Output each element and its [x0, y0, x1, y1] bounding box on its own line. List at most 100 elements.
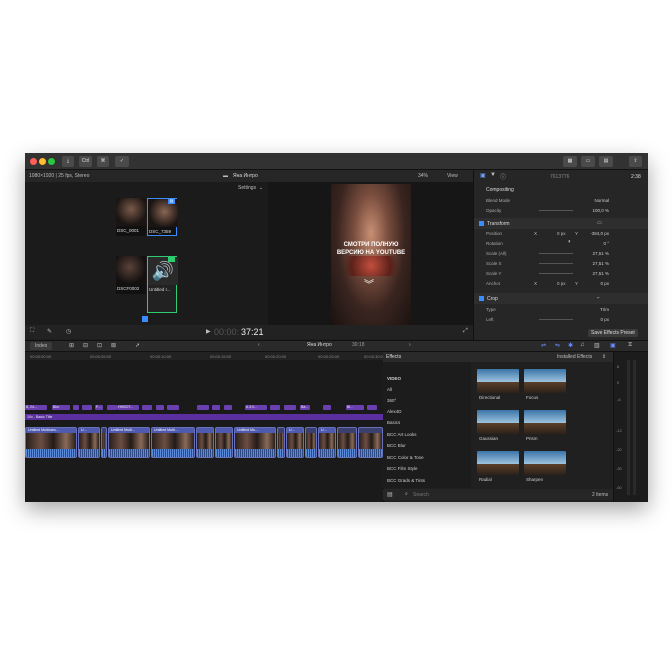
speed-icon[interactable]: ◷	[66, 328, 71, 335]
title-clip[interactable]	[284, 405, 296, 410]
fullscreen-icon[interactable]: ⤢	[463, 328, 468, 335]
crop-type-select[interactable]: Trim	[600, 307, 609, 312]
clip-thumbnail[interactable]: DSC_0001	[116, 198, 146, 236]
opacity-value[interactable]: 100,0 %	[592, 208, 609, 213]
effects-browser-icon[interactable]: ▣	[610, 342, 616, 349]
effect-thumbnail[interactable]	[477, 451, 519, 475]
blend-mode-select[interactable]: Normal	[594, 198, 609, 203]
save-effects-preset-button[interactable]: Save Effects Preset	[588, 329, 638, 337]
position-y-field[interactable]: -384,0 px	[590, 231, 609, 236]
title-clip[interactable]	[270, 405, 280, 410]
effect-thumbnail[interactable]	[477, 410, 519, 434]
timeline-clip[interactable]	[101, 427, 107, 458]
close-window-button[interactable]	[30, 158, 37, 165]
clip-appearance-icon[interactable]: ▥	[594, 342, 600, 349]
scale-all-value[interactable]: 27,51 %	[592, 251, 609, 256]
zoom-window-button[interactable]	[48, 158, 55, 165]
connect-clip-icon[interactable]: ⊞	[69, 342, 74, 349]
title-clip[interactable]	[156, 405, 164, 410]
category-item[interactable]: BCC Blur	[385, 440, 471, 451]
effect-thumbnail[interactable]	[524, 451, 566, 475]
category-item[interactable]: 360°	[385, 395, 471, 406]
index-button[interactable]: Index	[30, 342, 53, 350]
scale-x-value[interactable]: 27,51 %	[592, 261, 609, 266]
storyline-bar[interactable]: 10x - Basic Title	[25, 414, 383, 420]
view-menu[interactable]: View	[447, 173, 458, 179]
solo-icon[interactable]: ✱	[568, 342, 573, 349]
rotation-value[interactable]: 0 °	[603, 241, 609, 246]
title-clip[interactable]	[167, 405, 179, 410]
insert-clip-icon[interactable]: ⊟	[83, 342, 88, 349]
back-arrow-icon[interactable]: ‹	[258, 342, 260, 348]
title-clip[interactable]: Blur	[52, 405, 70, 410]
import-button[interactable]: ⤓	[62, 156, 74, 167]
timeline-clip[interactable]: Untitled Multicam...	[25, 427, 77, 458]
enhance-wand-icon[interactable]: ✎	[47, 328, 52, 335]
timeline-project-name[interactable]: Яна Интро	[307, 342, 332, 348]
timeline-clip[interactable]: Untitled Multi...	[108, 427, 150, 458]
transform-tool-icon[interactable]: ⛶	[30, 328, 34, 335]
category-item[interactable]: Alex4D	[385, 406, 471, 417]
inspector-toggle-icon[interactable]: ▤	[599, 156, 613, 167]
scale-x-slider[interactable]	[539, 263, 573, 264]
crop-checkbox[interactable]	[479, 296, 484, 301]
category-item[interactable]: BCC Color & Tone	[385, 452, 471, 463]
play-icon[interactable]: ▶	[206, 328, 211, 335]
scale-y-value[interactable]: 27,51 %	[592, 271, 609, 276]
zoom-menu[interactable]: 34%	[418, 173, 428, 179]
title-clip[interactable]: Bl...	[346, 405, 364, 410]
crop-left-value[interactable]: 0 px	[600, 317, 609, 322]
category-item[interactable]: All	[385, 384, 471, 395]
filter-inspector-icon[interactable]: ▼	[490, 172, 496, 178]
overwrite-clip-icon[interactable]: ⊠	[111, 342, 116, 349]
timeline-clip[interactable]: Untitled Multi...	[151, 427, 195, 458]
crop-onscreen-icon[interactable]: ⌐	[597, 295, 600, 301]
timeline-clip[interactable]: U...	[318, 427, 336, 458]
crop-left-slider[interactable]	[539, 319, 573, 320]
timeline-clip[interactable]	[337, 427, 357, 458]
info-inspector-icon[interactable]: ⓘ	[500, 172, 506, 181]
timeline-clip[interactable]: U...	[286, 427, 304, 458]
title-clip[interactable]	[142, 405, 152, 410]
title-clip[interactable]	[82, 405, 92, 410]
headphones-icon[interactable]: ♫	[580, 342, 585, 348]
title-clip[interactable]	[73, 405, 79, 410]
timeline-clip[interactable]	[358, 427, 383, 458]
title-clip[interactable]: F...	[95, 405, 103, 410]
forward-arrow-icon[interactable]: ›	[409, 342, 411, 348]
timeline-clip[interactable]	[215, 427, 233, 458]
title-clip[interactable]	[224, 405, 232, 410]
timeline-clip[interactable]	[305, 427, 317, 458]
title-clip[interactable]	[212, 405, 220, 410]
timeline-toggle-icon[interactable]: ▭	[581, 156, 595, 167]
title-clip[interactable]	[323, 405, 331, 410]
grid-view-icon[interactable]	[142, 316, 148, 322]
rotation-dial-icon[interactable]: ◐	[568, 239, 572, 245]
skimming-icon[interactable]: ⇌	[541, 342, 546, 349]
select-tool-icon[interactable]: ➚	[135, 342, 140, 349]
sidebar-toggle-icon[interactable]: ▤	[387, 491, 393, 498]
category-item[interactable]: BCC Grads & Tints	[385, 475, 471, 486]
title-clip[interactable]	[107, 405, 117, 410]
category-item[interactable]: Basics	[385, 417, 471, 428]
title-clip[interactable]: Ba...	[300, 405, 310, 410]
minimize-window-button[interactable]	[39, 158, 46, 165]
keywords-button[interactable]: Ctrl	[79, 156, 92, 167]
anchor-x-field[interactable]: 0 px	[557, 281, 566, 286]
audio-skimming-icon[interactable]: ⇋	[555, 342, 560, 349]
timeline-clip[interactable]	[196, 427, 214, 458]
effects-search-input[interactable]: Search	[413, 492, 429, 498]
transitions-browser-icon[interactable]: ⧖	[628, 342, 632, 349]
chevron-updown-icon[interactable]: ⇕	[602, 354, 606, 360]
append-clip-icon[interactable]: ⊡	[97, 342, 102, 349]
installed-effects-menu[interactable]: Installed Effects	[557, 354, 592, 360]
anchor-y-field[interactable]: 0 px	[600, 281, 609, 286]
effect-thumbnail[interactable]	[524, 410, 566, 434]
effect-thumbnail[interactable]	[524, 369, 566, 393]
share-icon[interactable]: ⇪	[629, 156, 642, 167]
scale-y-slider[interactable]	[539, 273, 573, 274]
scale-all-slider[interactable]	[539, 253, 573, 254]
title-clip[interactable]: HHBOT...	[117, 405, 139, 410]
clip-thumbnail-audio[interactable]: 🔊 Untitled I...	[147, 256, 178, 313]
category-item[interactable]: BCC Film Style	[385, 463, 471, 474]
